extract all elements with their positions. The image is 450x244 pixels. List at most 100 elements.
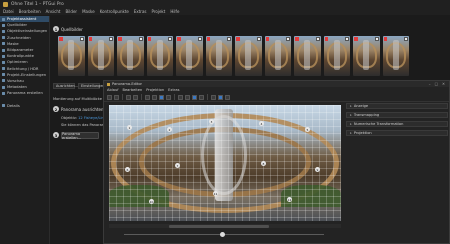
image-number-badge[interactable]: 4 (259, 121, 264, 126)
settings-icon[interactable] (211, 94, 216, 100)
menu-item[interactable]: Bilder (65, 9, 77, 14)
menu-item[interactable]: Maske (82, 9, 95, 14)
thumbnail-marker-icon (206, 37, 210, 41)
collapsible-section[interactable]: ▸ Transmapping (346, 112, 448, 118)
thumbnail-checkbox[interactable] (168, 37, 172, 41)
source-image-thumbnail[interactable] (235, 36, 262, 76)
help-icon[interactable] (225, 94, 230, 100)
source-image-thumbnail[interactable] (176, 36, 203, 76)
settings-dropdown[interactable]: Einstellungen (78, 83, 105, 89)
source-image-thumbnail[interactable] (323, 36, 350, 76)
preview-scrollbar[interactable] (109, 224, 341, 228)
section-label: Projektion (353, 131, 372, 135)
panorama-preview[interactable]: 1 2 3 4 5 6 7 8 9 10 11 12 (109, 105, 341, 221)
image-number-badge[interactable]: 1 (127, 125, 132, 130)
maximize-icon[interactable]: □ (435, 82, 438, 86)
section-label: Numerische Transformation (353, 122, 404, 126)
thumbnail-checkbox[interactable] (256, 37, 261, 41)
redo-icon[interactable] (133, 94, 138, 100)
source-image-thumbnail[interactable] (382, 36, 409, 76)
source-image-thumbnail[interactable] (117, 36, 144, 76)
scroll-thumb[interactable] (169, 224, 269, 228)
settings-dropdown-label: Einstellungen (81, 84, 105, 88)
hint-text: Sie können das Panorama (61, 123, 108, 127)
sidebar: Projektassistent Quellbilder Objektiveinst… (0, 16, 50, 244)
outline-icon[interactable] (199, 94, 204, 100)
menu-item[interactable]: Hilfe (170, 9, 179, 14)
source-image-thumbnail[interactable] (146, 36, 173, 76)
window-controls: – □ ✕ (429, 82, 449, 86)
menu-bar: Datei Bearbeiten Ansicht Bilder Maske Kontrol… (0, 8, 450, 15)
numbers-icon[interactable] (192, 94, 197, 100)
level-icon[interactable] (185, 94, 190, 100)
sidebar-item-label: Bildparameter (7, 48, 34, 53)
sidebar-exit-item[interactable]: Details (0, 102, 49, 108)
thumbnail-checkbox[interactable] (374, 37, 379, 41)
image-number-badge[interactable]: 7 (175, 163, 180, 168)
fit-icon[interactable] (145, 94, 150, 100)
source-image-thumbnail[interactable] (264, 36, 291, 76)
new-icon[interactable] (107, 94, 112, 100)
close-icon[interactable]: ✕ (442, 82, 445, 86)
image-number-badge[interactable]: 10 (149, 199, 154, 204)
editor-menu-item[interactable]: Bearbeiten (122, 88, 142, 92)
thumbnail-checkbox[interactable] (404, 37, 408, 41)
create-panorama-button[interactable]: Panorama erstellen… (61, 132, 99, 140)
thumbnail-checkbox[interactable] (197, 37, 202, 41)
image-number-badge[interactable]: 11 (213, 191, 218, 196)
collapsible-section[interactable]: ▸ Projektion (346, 130, 448, 136)
source-image-thumbnail[interactable] (294, 36, 321, 76)
image-number-badge[interactable]: 8 (261, 161, 266, 166)
center-icon[interactable] (152, 94, 157, 100)
zoom-icon[interactable] (166, 94, 171, 100)
image-number-badge[interactable]: 12 (287, 197, 292, 202)
sidebar-item-icon (2, 29, 5, 33)
grid-icon[interactable] (159, 94, 164, 100)
thumbnail-checkbox[interactable] (79, 37, 84, 41)
thumbnail-checkbox[interactable] (315, 37, 320, 41)
menu-item[interactable]: Datei (3, 9, 14, 14)
straighten-icon[interactable] (178, 94, 183, 100)
thumbnail-checkbox[interactable] (109, 37, 113, 41)
sidebar-item-icon (2, 79, 5, 83)
menu-item[interactable]: Extras (134, 9, 147, 14)
window-title: Ohne Titel 1 – PTGui Pro (11, 1, 64, 7)
menu-item[interactable]: Projekt (152, 9, 166, 14)
thumbnail-checkbox[interactable] (286, 37, 290, 41)
editor-menu-item[interactable]: Projektion (146, 88, 164, 92)
undo-icon[interactable] (126, 94, 131, 100)
objektiv-prefix: Objektiv: (61, 116, 77, 120)
minimize-icon[interactable]: – (429, 82, 431, 86)
collapsible-section[interactable]: ▸ Numerische Transformation (346, 121, 448, 127)
sidebar-item[interactable]: Panorama erstellen (0, 90, 49, 96)
source-image-thumbnail[interactable] (205, 36, 232, 76)
menu-item[interactable]: Kontrollpunkte (100, 9, 129, 14)
exit-icon (2, 104, 5, 108)
image-number-badge[interactable]: 5 (305, 127, 310, 132)
menu-item[interactable]: Ansicht (46, 9, 61, 14)
editor-title: Panorama-Editor (112, 82, 142, 86)
preview-icon[interactable] (218, 94, 223, 100)
collapsible-section[interactable]: ▸ Anzeige (346, 103, 448, 109)
align-dropdown[interactable]: Ausrichten… (53, 83, 78, 89)
thumbnail-checkbox[interactable] (138, 37, 143, 41)
editor-menu-item[interactable]: Extras (168, 88, 179, 92)
editor-menu-item[interactable]: Ablauf (107, 88, 118, 92)
thumbnail-checkbox[interactable] (227, 37, 231, 41)
menu-item[interactable]: Bearbeiten (19, 9, 41, 14)
open-icon[interactable] (114, 94, 119, 100)
thumbnail-checkbox[interactable] (345, 37, 349, 41)
sidebar-item-label: Metadaten (7, 85, 27, 90)
image-number-badge[interactable]: 2 (167, 127, 172, 132)
source-image-thumbnail[interactable] (58, 36, 85, 76)
slider-knob[interactable] (220, 232, 225, 237)
field-of-view-slider[interactable] (124, 232, 324, 237)
sidebar-item-label: Zuschneiden (7, 35, 31, 40)
image-number-badge[interactable]: 6 (125, 167, 130, 172)
editor-sections: ▸ Anzeige ▸ Transmapping ▸ Numerische Transfo… (346, 103, 448, 139)
image-number-badge[interactable]: 9 (315, 167, 320, 172)
source-image-thumbnail[interactable] (87, 36, 114, 76)
image-number-badge[interactable]: 3 (209, 119, 214, 124)
objektiv-line: Objektiv: 12 Fisheye/Linse (61, 116, 108, 120)
source-image-thumbnail[interactable] (353, 36, 380, 76)
